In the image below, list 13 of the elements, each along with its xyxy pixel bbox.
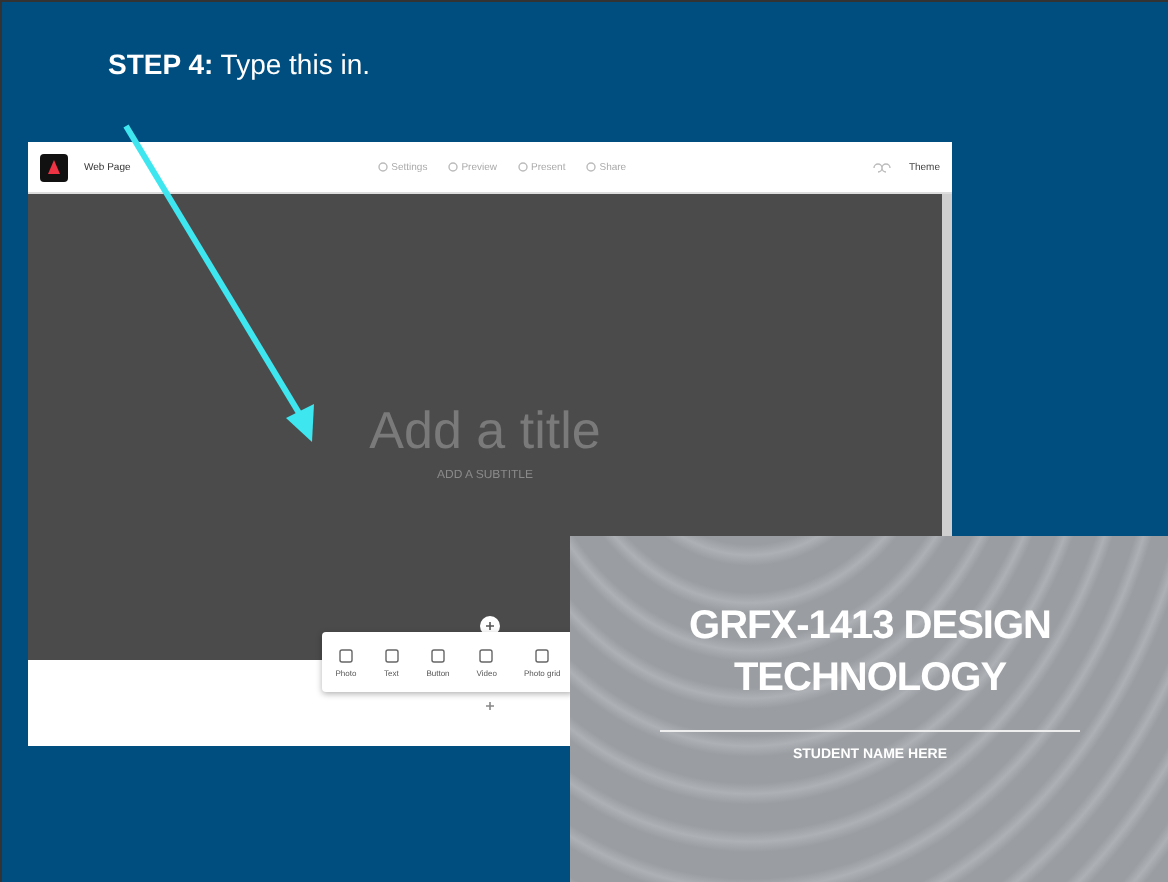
circle-icon (447, 162, 458, 172)
circle-icon (585, 162, 596, 172)
square-icon (429, 647, 446, 663)
step-instruction: STEP 4: Type this in. (108, 48, 370, 80)
square-icon (478, 647, 495, 663)
slide-title: GRFX-1413 DESIGN TECHNOLOGY (687, 602, 1053, 704)
square-icon (383, 647, 400, 663)
circle-icon (517, 162, 527, 172)
undo-redo-icon[interactable] (872, 161, 893, 173)
square-icon (534, 647, 551, 663)
square-icon (337, 647, 354, 663)
circle-icon (377, 162, 388, 172)
app-logo-icon (40, 153, 68, 181)
